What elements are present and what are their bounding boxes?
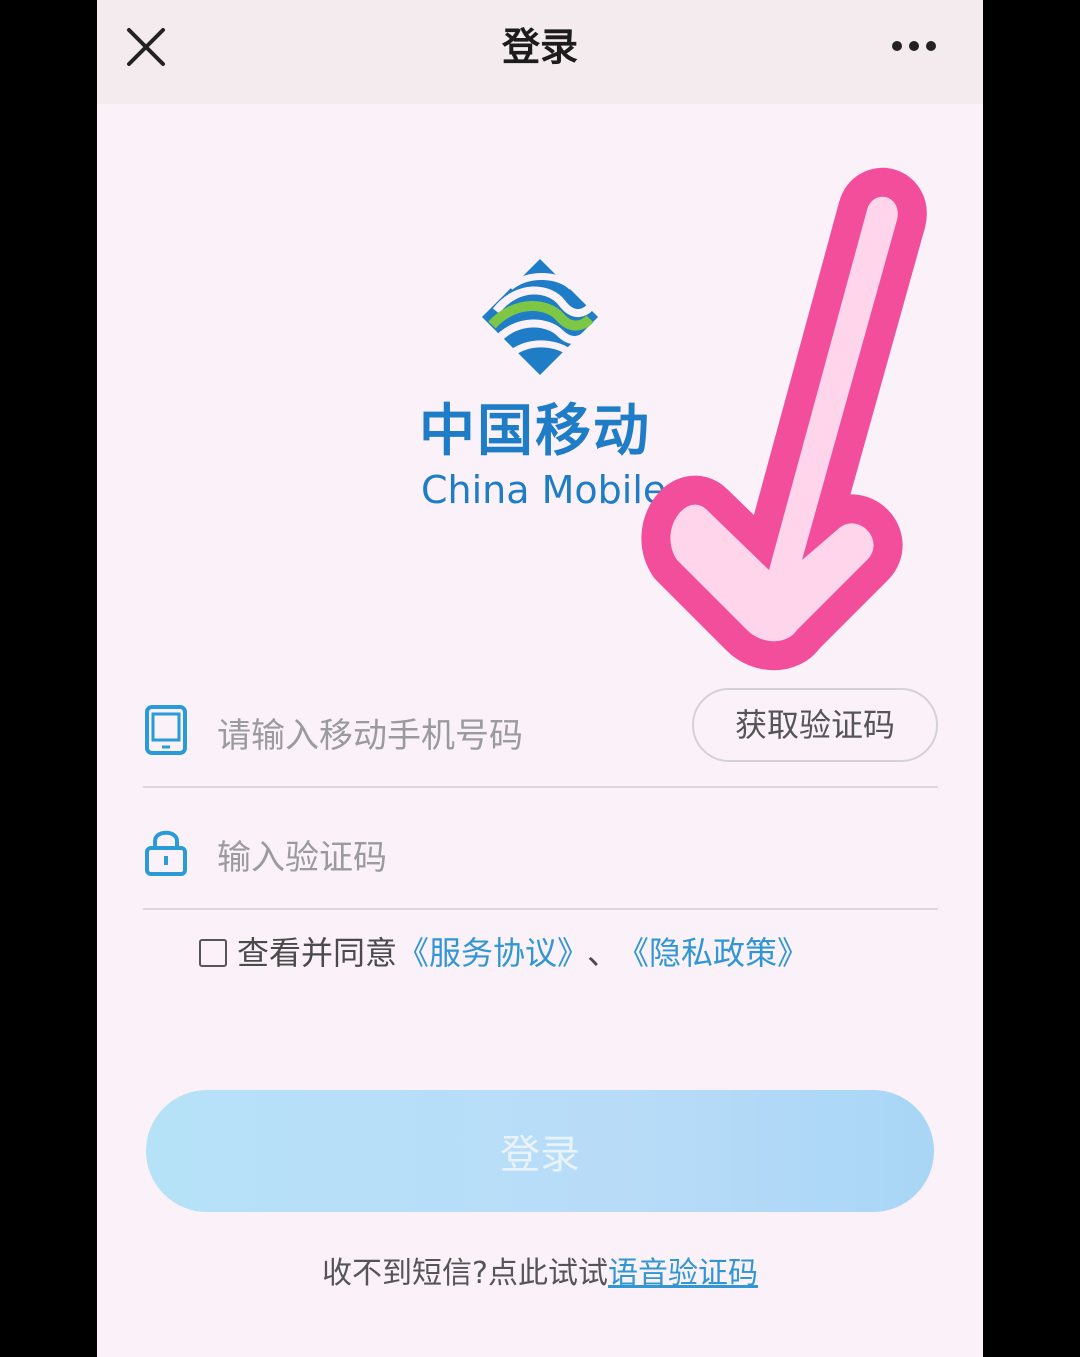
logo-text-en: China Mobile xyxy=(421,468,667,512)
verification-code-input[interactable] xyxy=(215,822,669,894)
agreement-checkbox[interactable] xyxy=(199,939,227,967)
login-button[interactable]: 登录 xyxy=(146,1090,934,1212)
voice-code-link[interactable]: 语音验证码 xyxy=(608,1256,758,1291)
more-dots-icon xyxy=(892,41,936,51)
agreement-separator: 、 xyxy=(587,934,620,972)
logo-text-cn: 中国移动 xyxy=(419,399,651,464)
title-bar: 登录 xyxy=(97,0,983,104)
verification-code-field xyxy=(143,808,938,910)
sms-help-text: 收不到短信?点此试试语音验证码 xyxy=(97,1252,983,1296)
phone-input[interactable] xyxy=(215,700,669,772)
privacy-policy-link[interactable]: 《隐私政策》 xyxy=(633,934,809,972)
phone-number-field: 获取验证码 xyxy=(143,686,938,788)
phone-icon xyxy=(145,705,187,755)
agreement-row: 查看并同意《服务协议》、《隐私政策》 xyxy=(199,928,809,978)
phone-screen: 登录 中国移动 China Mobile 请输入移动手机号码 获取验证码 输入验… xyxy=(97,0,983,1357)
get-verification-code-button[interactable]: 获取验证码 xyxy=(692,688,938,762)
lock-icon xyxy=(145,830,187,876)
china-mobile-logo-icon xyxy=(482,259,598,375)
sms-help-prefix: 收不到短信?点此试试 xyxy=(322,1256,608,1291)
china-mobile-logo: 中国移动 China Mobile xyxy=(397,255,757,515)
more-button[interactable] xyxy=(891,38,937,52)
service-agreement-link[interactable]: 《服务协议》 xyxy=(397,934,573,972)
agreement-text: 查看并同意 xyxy=(237,934,398,972)
page-title: 登录 xyxy=(501,25,578,69)
